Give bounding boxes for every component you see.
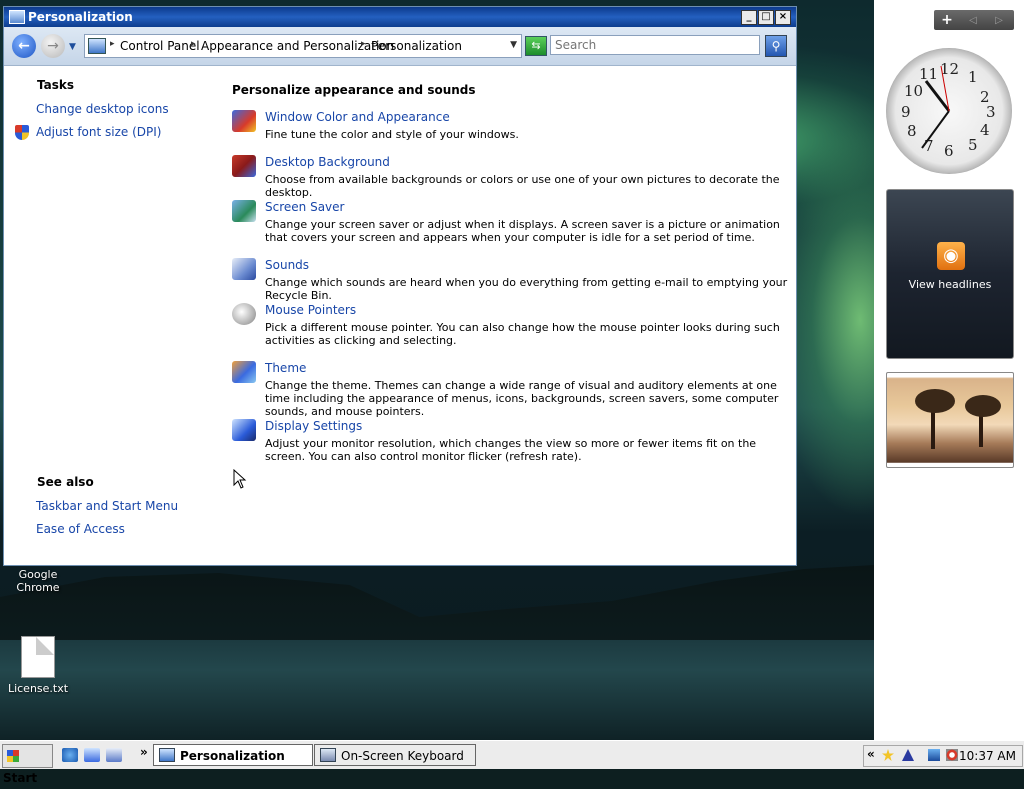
sounds-icon[interactable]: [232, 258, 256, 280]
see-also-heading: See also: [37, 475, 94, 489]
windows-logo-icon: [7, 750, 19, 762]
desktop-icon-license[interactable]: License.txt: [0, 636, 76, 695]
taskbar-button-osk[interactable]: On-Screen Keyboard: [314, 744, 476, 766]
close-button[interactable]: ×: [775, 10, 791, 25]
breadcrumb-personalization[interactable]: Personalization: [371, 39, 462, 53]
sidebar-prev-button[interactable]: ◁: [960, 15, 986, 26]
sidebar-controls: + ◁ ▷: [934, 10, 1014, 30]
wizard-icon[interactable]: [902, 749, 914, 761]
display-settings-link[interactable]: Display Settings: [265, 419, 362, 433]
start-label: Start: [3, 771, 38, 785]
theme-desc: Change the theme. Themes can change a wi…: [265, 379, 779, 418]
address-dropdown-icon[interactable]: ▼: [510, 40, 517, 50]
taskbar-start-menu-link[interactable]: Taskbar and Start Menu: [36, 499, 178, 513]
adjust-font-size-link[interactable]: Adjust font size (DPI): [36, 125, 161, 139]
address-bar[interactable]: ▸ Control Panel ▸ Appearance and Persona…: [84, 34, 522, 58]
change-desktop-icons-link[interactable]: Change desktop icons: [36, 102, 169, 116]
clock-hands: [921, 65, 951, 149]
window-color-icon[interactable]: [232, 110, 256, 132]
ease-of-access-link[interactable]: Ease of Access: [36, 522, 125, 536]
quick-launch-chevron[interactable]: »: [140, 745, 148, 759]
breadcrumb-control-panel[interactable]: Control Panel: [120, 39, 200, 53]
screen-saver-link[interactable]: Screen Saver: [265, 200, 344, 214]
mouse-pointers-link[interactable]: Mouse Pointers: [265, 303, 356, 317]
desktop-background-link[interactable]: Desktop Background: [265, 155, 390, 169]
rss-label: View headlines: [908, 278, 992, 291]
display-settings-desc: Adjust your monitor resolution, which ch…: [265, 437, 757, 463]
tasks-heading: Tasks: [37, 78, 75, 92]
notification-area: « 10:37 AM: [863, 745, 1023, 767]
control-panel-icon: [88, 38, 106, 54]
feed-headlines-gadget[interactable]: ◉ View headlines: [886, 189, 1014, 359]
page-title: Personalize appearance and sounds: [232, 83, 476, 97]
sounds-link[interactable]: Sounds: [265, 258, 309, 272]
keyboard-icon: [320, 748, 336, 762]
window-title: Personalization: [28, 10, 133, 24]
clock-time[interactable]: 10:37 AM: [959, 749, 1016, 763]
display-settings-icon[interactable]: [232, 419, 256, 441]
window-color-link[interactable]: Window Color and Appearance: [265, 110, 450, 124]
network-icon[interactable]: [928, 749, 940, 761]
add-gadget-button[interactable]: +: [934, 12, 960, 28]
screen-saver-desc: Change your screen saver or adjust when …: [265, 218, 780, 244]
slideshow-gadget[interactable]: [886, 372, 1014, 468]
navigation-bar: ← → ▼ ▸ Control Panel ▸ Appearance and P…: [4, 27, 796, 66]
control-panel-icon: [9, 10, 25, 24]
personalization-window: Personalization _ □ × ← → ▼ ▸ Control Pa…: [3, 6, 797, 566]
clock-gadget[interactable]: 12 1 2 3 4 5 6 7 8 9 10 11: [886, 48, 1012, 174]
title-bar[interactable]: Personalization _ □ ×: [4, 7, 796, 27]
switch-windows-icon[interactable]: [106, 748, 122, 762]
desktop-background-icon[interactable]: [232, 155, 256, 177]
chevron-right-icon[interactable]: ▸: [191, 39, 196, 49]
internet-explorer-icon[interactable]: [62, 748, 78, 762]
recent-pages-dropdown[interactable]: ▼: [69, 42, 76, 52]
chrome-label: Google Chrome: [16, 568, 60, 594]
refresh-button[interactable]: ⇆: [525, 36, 547, 56]
desktop-background-desc: Choose from available backgrounds or col…: [265, 173, 780, 199]
task-label: On-Screen Keyboard: [341, 749, 464, 763]
desktop-icon-chrome[interactable]: Google Chrome: [0, 568, 76, 594]
star-icon[interactable]: [882, 749, 894, 761]
theme-icon[interactable]: [232, 361, 256, 383]
chevron-right-icon[interactable]: ▸: [110, 39, 115, 49]
control-panel-icon: [159, 748, 175, 762]
search-input[interactable]: [550, 35, 760, 55]
license-label: License.txt: [7, 682, 69, 695]
start-button[interactable]: Start: [2, 744, 53, 785]
tree-icon: [915, 389, 955, 413]
task-label: Personalization: [180, 749, 285, 763]
back-button[interactable]: ←: [12, 34, 36, 58]
forward-button[interactable]: →: [41, 34, 65, 58]
maximize-button[interactable]: □: [758, 10, 774, 25]
mouse-pointers-desc: Pick a different mouse pointer. You can …: [265, 321, 780, 347]
mouse-pointers-icon[interactable]: [232, 303, 256, 325]
tree-icon: [965, 395, 1001, 417]
theme-link[interactable]: Theme: [265, 361, 306, 375]
screen-saver-icon[interactable]: [232, 200, 256, 222]
volume-muted-icon[interactable]: [946, 749, 958, 761]
show-desktop-icon[interactable]: [84, 748, 100, 762]
mouse-cursor-icon: [233, 469, 247, 489]
wallpaper-lake: [0, 640, 874, 740]
uac-shield-icon: [15, 125, 29, 140]
sidebar-next-button[interactable]: ▷: [986, 15, 1012, 26]
taskbar: Start » Personalization On-Screen Keyboa…: [0, 740, 1024, 785]
minimize-button[interactable]: _: [741, 10, 757, 25]
window-color-desc: Fine tune the color and style of your wi…: [265, 128, 519, 141]
sounds-desc: Change which sounds are heard when you d…: [265, 276, 788, 302]
search-icon[interactable]: ⚲: [765, 35, 787, 57]
rss-icon: ◉: [937, 242, 965, 270]
tray-expand-chevron[interactable]: «: [867, 747, 875, 761]
text-file-icon: [21, 636, 55, 678]
chevron-right-icon[interactable]: ▸: [361, 39, 366, 49]
taskbar-button-personalization[interactable]: Personalization: [153, 744, 313, 766]
